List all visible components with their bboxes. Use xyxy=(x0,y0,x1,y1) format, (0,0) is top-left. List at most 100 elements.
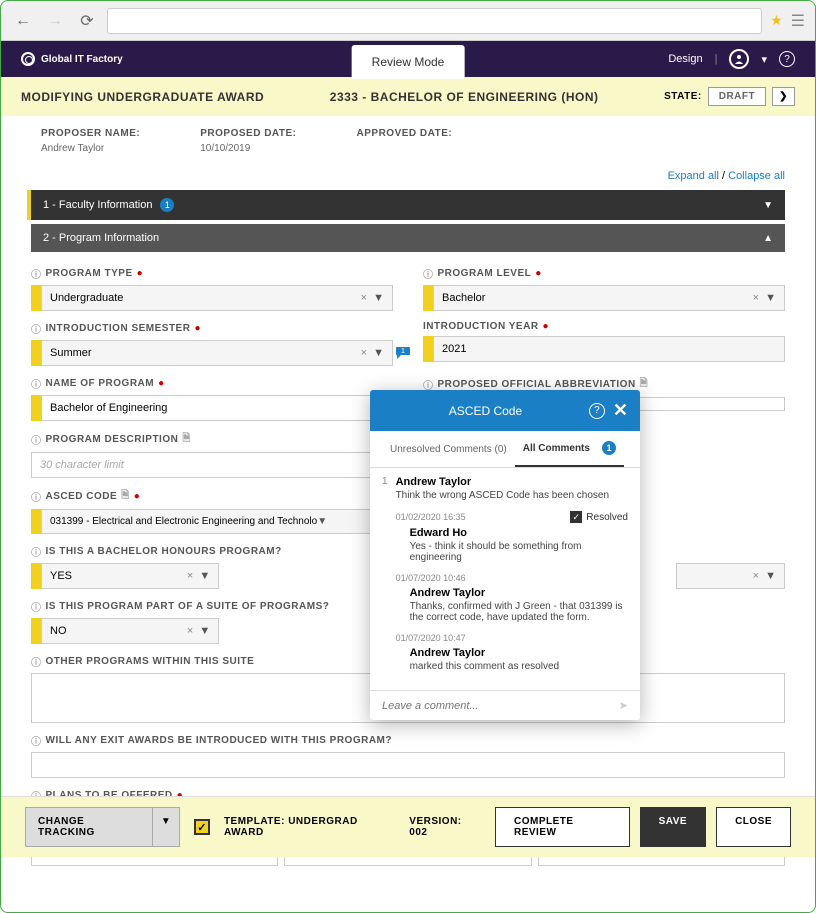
program-level-select[interactable]: Bachelor×▼ xyxy=(433,285,785,311)
bookmark-icon[interactable]: ★ xyxy=(770,12,783,29)
field-label: INTRODUCTION SEMESTER xyxy=(46,323,191,334)
tab-unresolved[interactable]: Unresolved Comments (0) xyxy=(382,431,515,467)
required-icon: ● xyxy=(543,321,550,332)
send-button[interactable]: ➤ xyxy=(619,699,628,712)
dropdown-icon[interactable]: ▼ xyxy=(373,347,384,359)
url-bar[interactable] xyxy=(107,8,762,34)
clear-icon[interactable]: × xyxy=(355,292,373,304)
doc-icon[interactable]: 🗎 xyxy=(640,376,649,393)
popup-help-button[interactable]: ? xyxy=(589,403,605,419)
review-mode-tab[interactable]: Review Mode xyxy=(352,45,465,79)
field-label: PROPOSED OFFICIAL ABBREVIATION xyxy=(438,379,636,390)
save-button[interactable]: SAVE xyxy=(640,807,707,847)
info-icon[interactable]: ⓘ xyxy=(31,432,42,447)
dropdown-icon[interactable]: ▼ xyxy=(765,570,776,582)
intro-year-input[interactable]: 2021 xyxy=(433,336,785,362)
dropdown-icon[interactable]: ▼ xyxy=(199,625,210,637)
info-icon[interactable]: ⓘ xyxy=(31,266,42,281)
change-indicator xyxy=(31,340,41,366)
state-next-button[interactable]: ❯ xyxy=(772,87,795,106)
dropdown-icon[interactable]: ▼ xyxy=(373,292,384,304)
required-icon: ● xyxy=(535,268,542,279)
collapse-all-link[interactable]: Collapse all xyxy=(728,170,785,182)
info-icon[interactable]: ⓘ xyxy=(31,599,42,614)
change-tracking-button[interactable]: CHANGE TRACKING ▼ xyxy=(25,807,180,847)
field-label: PROGRAM TYPE xyxy=(46,268,133,279)
close-button[interactable]: CLOSE xyxy=(716,807,791,847)
expand-all-link[interactable]: Expand all xyxy=(668,170,719,182)
user-menu[interactable] xyxy=(729,49,749,69)
tracking-checkbox[interactable]: ✓ xyxy=(194,819,210,835)
user-dropdown[interactable]: ▾ xyxy=(761,53,767,66)
tab-badge: 1 xyxy=(602,441,616,455)
popup-close-button[interactable]: ✕ xyxy=(613,400,628,421)
popup-tabs: Unresolved Comments (0) All Comments1 xyxy=(370,431,640,468)
comment-timestamp: 01/07/2020 10:47 xyxy=(396,633,466,643)
comment-author: Edward Ho xyxy=(410,527,628,539)
dropdown-icon[interactable]: ▼ xyxy=(317,516,327,527)
comment-timestamp: 01/07/2020 10:46 xyxy=(396,573,466,583)
required-icon: ● xyxy=(134,491,141,502)
info-icon[interactable]: ⓘ xyxy=(31,733,42,748)
accordion-faculty[interactable]: 1 - Faculty Information 1 ▼ xyxy=(31,190,785,220)
comment-author: Andrew Taylor xyxy=(410,587,628,599)
clear-icon[interactable]: × xyxy=(181,570,199,582)
exit-awards-input[interactable] xyxy=(31,752,785,778)
back-button[interactable]: ← xyxy=(11,9,35,33)
info-icon[interactable]: ⓘ xyxy=(31,489,42,504)
brand-icon xyxy=(21,52,35,66)
state-label: STATE: xyxy=(664,91,702,102)
page-title: 2333 - BACHELOR OF ENGINEERING (HON) xyxy=(284,90,644,104)
popup-header: ASCED Code ? ✕ xyxy=(370,390,640,431)
info-icon[interactable]: ⓘ xyxy=(31,321,42,336)
modifying-label: MODIFYING UNDERGRADUATE AWARD xyxy=(21,90,264,104)
info-icon[interactable]: ⓘ xyxy=(31,544,42,559)
reload-button[interactable]: ⟳ xyxy=(75,9,99,33)
meta-row: PROPOSER NAME: Andrew Taylor PROPOSED DA… xyxy=(1,116,815,166)
design-link[interactable]: Design xyxy=(668,53,702,65)
user-icon xyxy=(734,54,744,64)
clear-icon[interactable]: × xyxy=(181,625,199,637)
description-input[interactable]: 30 character limit xyxy=(31,452,393,478)
program-type-select[interactable]: Undergraduate×▼ xyxy=(41,285,393,311)
info-icon[interactable]: ⓘ xyxy=(31,376,42,391)
menu-button[interactable]: ☰ xyxy=(791,11,805,31)
resolved-checkbox[interactable]: ✓Resolved xyxy=(570,511,628,523)
intro-semester-select[interactable]: Summer×▼ xyxy=(41,340,393,366)
change-indicator xyxy=(31,618,41,644)
field-label: INTRODUCTION YEAR xyxy=(423,321,539,332)
hidden-select[interactable]: ×▼ xyxy=(676,563,785,589)
comment-text: Think the wrong ASCED Code has been chos… xyxy=(396,490,628,501)
dropdown-icon[interactable]: ▼ xyxy=(152,808,179,846)
title-bar: MODIFYING UNDERGRADUATE AWARD 2333 - BAC… xyxy=(1,77,815,116)
comment-input[interactable] xyxy=(382,700,619,712)
doc-icon[interactable]: 🗎 xyxy=(182,431,191,448)
complete-review-button[interactable]: COMPLETE REVIEW xyxy=(495,807,630,847)
asced-code-select[interactable]: 031399 - Electrical and Electronic Engin… xyxy=(41,509,393,534)
tab-all-comments[interactable]: All Comments1 xyxy=(515,431,624,467)
dropdown-icon[interactable]: ▼ xyxy=(765,292,776,304)
comment-text: Yes - think it should be something from … xyxy=(410,541,628,563)
comment-text: Thanks, confirmed with J Green - that 03… xyxy=(410,601,628,623)
proposer-label: PROPOSER NAME: xyxy=(41,128,140,139)
suite-select[interactable]: NO×▼ xyxy=(41,618,219,644)
comment-bubble-icon[interactable]: 1 xyxy=(395,346,411,363)
change-indicator xyxy=(31,395,41,421)
program-name-input[interactable]: Bachelor of Engineering xyxy=(41,395,393,421)
clear-icon[interactable]: × xyxy=(355,347,373,359)
accordion-program[interactable]: 2 - Program Information ▲ xyxy=(31,224,785,252)
clear-icon[interactable]: × xyxy=(747,292,765,304)
honours-select[interactable]: YES×▼ xyxy=(41,563,219,589)
doc-icon[interactable]: 🗎 xyxy=(121,488,130,505)
forward-button[interactable]: → xyxy=(43,9,67,33)
state-value: DRAFT xyxy=(708,87,766,106)
comment-text: marked this comment as resolved xyxy=(410,661,628,672)
dropdown-icon[interactable]: ▼ xyxy=(199,570,210,582)
clear-icon[interactable]: × xyxy=(747,570,765,582)
info-icon[interactable]: ⓘ xyxy=(31,654,42,669)
field-label: PROGRAM DESCRIPTION xyxy=(46,434,179,445)
help-button[interactable]: ? xyxy=(779,51,795,67)
info-icon[interactable]: ⓘ xyxy=(423,266,434,281)
brand[interactable]: Global IT Factory xyxy=(21,52,123,66)
change-indicator xyxy=(31,563,41,589)
